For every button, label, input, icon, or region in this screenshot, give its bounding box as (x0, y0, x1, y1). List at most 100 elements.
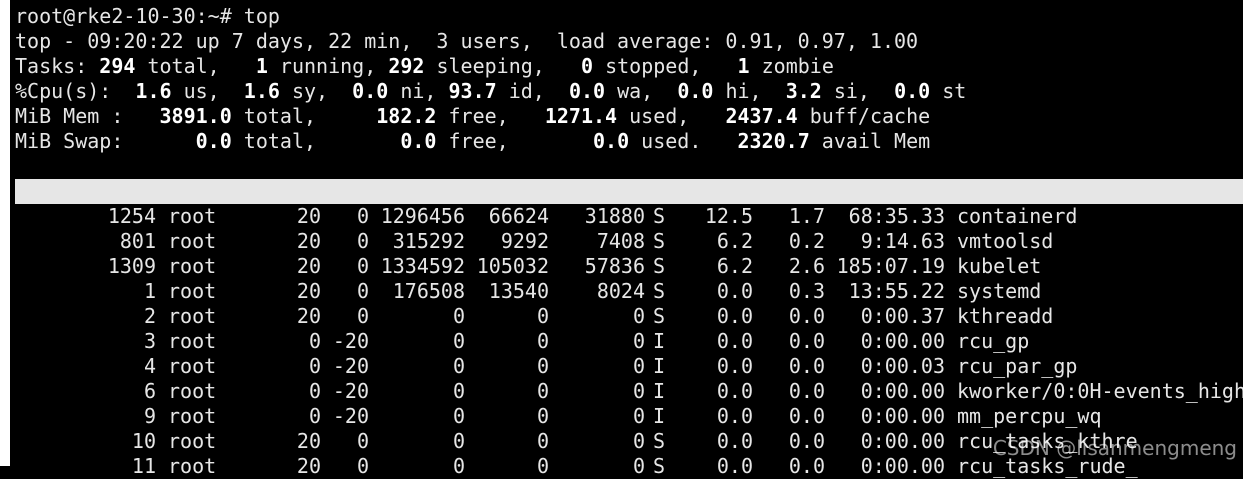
process-mem: 0.0 (788, 379, 825, 403)
process-pid: 1309 (107, 254, 156, 278)
process-pr: 20 (296, 304, 321, 328)
terminal-output[interactable]: root@rke2-10-30:~# top top - 09:20:22 up… (15, 4, 1243, 479)
process-cpu: 0.0 (716, 279, 753, 303)
process-cpu: 0.0 (716, 304, 753, 328)
process-shr: 7408 (596, 229, 645, 253)
process-user: root (168, 454, 217, 478)
process-pid: 4 (143, 354, 156, 378)
process-pr: 0 (308, 329, 321, 353)
process-time: 0:00.00 (860, 329, 945, 353)
process-time: 0:00.03 (860, 354, 945, 378)
process-cpu: 0.0 (716, 454, 753, 478)
process-res: 0 (536, 329, 549, 353)
process-pr: 0 (308, 404, 321, 428)
process-virt: 0 (452, 454, 465, 478)
process-shr: 8024 (596, 279, 645, 303)
process-row: 1309 root 20 0 1334592 105032 57836 S 6.2 2.6 185:… (15, 254, 1243, 279)
process-res: 13540 (488, 279, 549, 303)
process-mem: 0.0 (788, 454, 825, 478)
process-row: 6 root 0 -20 0 0 0 I 0.0 0.0 0:00.00 kworker/0:0H-e… (15, 379, 1243, 404)
process-row: 801 root 20 0 315292 9292 7408 S 6.2 0.2 9:14.63 vm… (15, 229, 1243, 254)
process-virt: 1296456 (380, 204, 465, 228)
process-ni: 0 (356, 429, 369, 453)
process-state: I (653, 329, 666, 353)
process-command: rcu_gp (957, 329, 1030, 353)
process-time: 0:00.00 (860, 429, 945, 453)
process-virt: 0 (452, 354, 465, 378)
process-pid: 10 (131, 429, 156, 453)
process-command: rcu_par_gp (957, 354, 1078, 378)
process-state: I (653, 379, 666, 403)
process-pr: 20 (296, 454, 321, 478)
process-res: 0 (536, 379, 549, 403)
process-ni: 0 (356, 454, 369, 478)
process-cpu: 6.2 (716, 229, 753, 253)
process-mem: 0.0 (788, 304, 825, 328)
process-user: root (168, 254, 217, 278)
process-mem: 1.7 (788, 204, 825, 228)
process-state: S (653, 204, 666, 228)
process-pr: 0 (308, 379, 321, 403)
watermark: CSDN @lisanmengmeng (992, 436, 1237, 460)
process-user: root (168, 204, 217, 228)
process-user: root (168, 379, 217, 403)
process-virt: 0 (452, 379, 465, 403)
process-virt: 0 (452, 404, 465, 428)
process-ni: -20 (332, 404, 369, 428)
process-mem: 0.0 (788, 404, 825, 428)
window-edge (0, 0, 10, 466)
process-shr: 0 (632, 304, 645, 328)
process-shr: 0 (632, 329, 645, 353)
process-time: 0:00.00 (860, 379, 945, 403)
process-virt: 315292 (392, 229, 465, 253)
process-pid: 2 (143, 304, 156, 328)
process-ni: 0 (356, 279, 369, 303)
process-state: S (653, 279, 666, 303)
process-time: 13:55.22 (848, 279, 945, 303)
process-cpu: 0.0 (716, 354, 753, 378)
process-ni: 0 (356, 204, 369, 228)
process-res: 105032 (476, 254, 549, 278)
process-pid: 6 (143, 379, 156, 403)
process-user: root (168, 304, 217, 328)
summary-cpu: %Cpu(s): 1.6 us, 1.6 sy, 0.0 ni, 93.7 id… (15, 79, 967, 103)
process-pr: 20 (296, 279, 321, 303)
process-command: kworker/0:0H-events_highpri (957, 379, 1243, 403)
process-ni: -20 (332, 354, 369, 378)
process-shr: 0 (632, 454, 645, 478)
process-mem: 0.3 (788, 279, 825, 303)
process-shr: 57836 (584, 254, 645, 278)
process-shr: 0 (632, 404, 645, 428)
process-mem: 0.0 (788, 329, 825, 353)
process-user: root (168, 229, 217, 253)
process-res: 0 (536, 429, 549, 453)
process-mem: 0.2 (788, 229, 825, 253)
summary-tasks: Tasks: 294 total, 1 running, 292 sleepin… (15, 54, 834, 78)
process-pr: 20 (296, 429, 321, 453)
process-virt: 0 (452, 429, 465, 453)
process-row: 9 root 0 -20 0 0 0 I 0.0 0.0 0:00.00 mm_percpu_wq (15, 404, 1243, 429)
process-table-header: PID USER PR NI VIRT RES SHR S %CPU %MEM TIME+ COMMA… (15, 179, 1243, 228)
process-virt: 0 (452, 304, 465, 328)
process-state: I (653, 404, 666, 428)
process-state: S (653, 229, 666, 253)
process-cpu: 12.5 (704, 204, 753, 228)
process-command: systemd (957, 279, 1042, 303)
process-pid: 1 (143, 279, 156, 303)
process-time: 185:07.19 (836, 254, 945, 278)
process-res: 0 (536, 304, 549, 328)
shell-prompt: root@rke2-10-30:~# top (15, 4, 280, 28)
process-res: 0 (536, 354, 549, 378)
process-virt: 176508 (392, 279, 465, 303)
process-command: kubelet (957, 254, 1042, 278)
process-state: S (653, 254, 666, 278)
process-state: I (653, 354, 666, 378)
process-state: S (653, 454, 666, 478)
process-pr: 0 (308, 354, 321, 378)
process-row: 2 root 20 0 0 0 0 S 0.0 0.0 0:00.37 kthreadd (15, 304, 1243, 329)
process-shr: 0 (632, 379, 645, 403)
process-pid: 11 (131, 454, 156, 478)
process-pid: 801 (119, 229, 156, 253)
summary-uptime: top - 09:20:22 up 7 days, 22 min, 3 user… (15, 29, 919, 53)
process-row: 1254 root 20 0 1296456 66624 31880 S 12.5 1.7 68:3… (15, 204, 1243, 229)
